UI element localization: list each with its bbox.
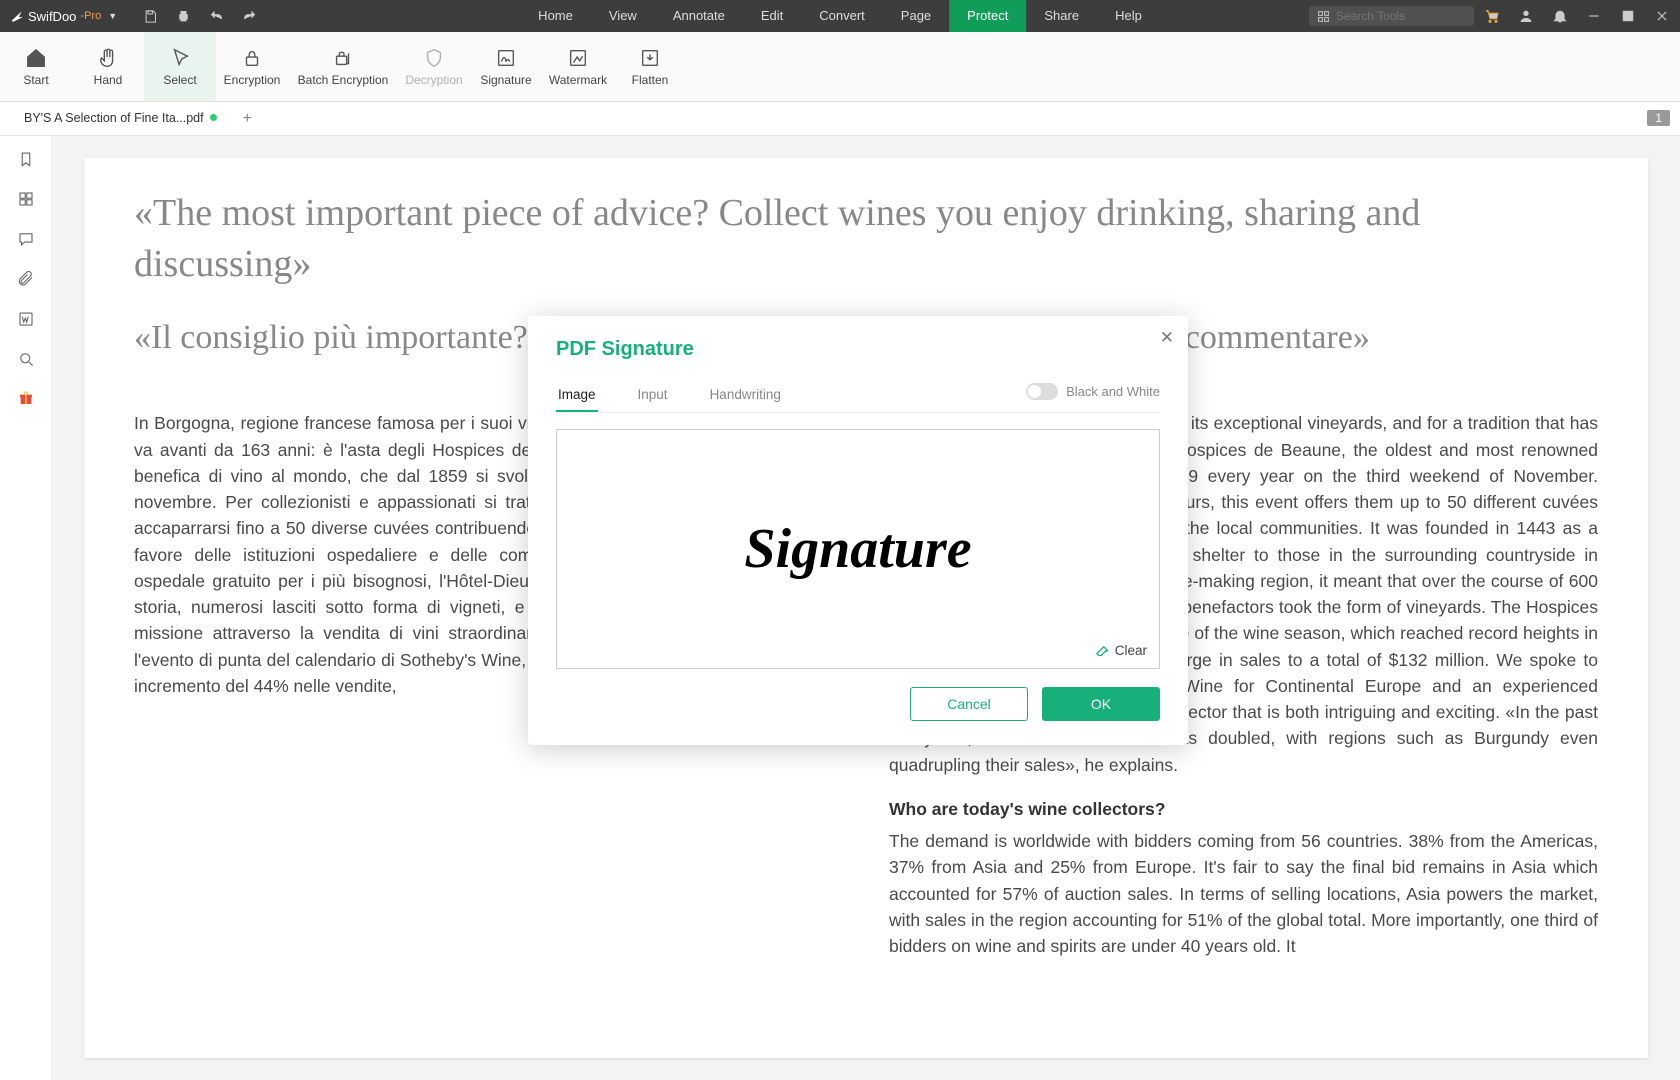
dialog-buttons: Cancel OK [556, 687, 1160, 721]
undo-icon[interactable] [209, 9, 224, 24]
home-icon [25, 47, 47, 69]
ribbon-signature[interactable]: Signature [470, 32, 542, 101]
cancel-button[interactable]: Cancel [910, 687, 1028, 721]
ribbon-flatten[interactable]: Flatten [614, 32, 686, 101]
document-tabs: BY'S A Selection of Fine Ita...pdf + [0, 102, 1680, 136]
clear-button[interactable]: Clear [1095, 643, 1147, 658]
ribbon-select[interactable]: Select [144, 32, 216, 101]
menu-protect[interactable]: Protect [949, 0, 1026, 32]
main-menu: Home View Annotate Edit Convert Page Pro… [520, 0, 1160, 32]
signature-mode-tabs: Image Input Handwriting Black and White [556, 379, 1160, 413]
tab-image[interactable]: Image [556, 379, 598, 412]
ribbon-hand[interactable]: Hand [72, 32, 144, 101]
signature-preview-text: Signature [744, 517, 971, 581]
ribbon-decryption: Decryption [398, 32, 470, 101]
signature-canvas[interactable]: Signature Clear [556, 429, 1160, 669]
ribbon-encryption[interactable]: Encryption [216, 32, 288, 101]
search-icon[interactable] [17, 350, 35, 368]
caret-down-icon[interactable]: ▼ [108, 11, 117, 21]
app-logo[interactable]: SwifDoo -Pro ▼ [0, 9, 127, 24]
lock-icon [241, 47, 263, 69]
ribbon-watermark[interactable]: Watermark [542, 32, 614, 101]
page-number-badge[interactable]: 1 [1647, 110, 1670, 126]
dialog-title: PDF Signature [556, 338, 1160, 361]
word-export-icon[interactable] [17, 310, 35, 328]
hand-icon [97, 47, 119, 69]
gift-icon[interactable] [18, 390, 34, 406]
col-right-heading: Who are today's wine collectors? [889, 796, 1598, 822]
tab-input[interactable]: Input [636, 379, 670, 412]
comment-icon[interactable] [17, 230, 35, 248]
thumbnails-icon[interactable] [17, 190, 35, 208]
pdf-signature-dialog: ✕ PDF Signature Image Input Handwriting … [528, 316, 1188, 745]
cart-icon[interactable] [1484, 8, 1500, 24]
signature-icon [495, 47, 517, 69]
bookmark-icon[interactable] [17, 150, 35, 168]
grid-icon [1317, 10, 1330, 23]
menu-page[interactable]: Page [883, 0, 949, 32]
close-icon[interactable] [1654, 8, 1670, 24]
app-top-bar: SwifDoo -Pro ▼ Home View Annotate Edit C… [0, 0, 1680, 32]
menu-edit[interactable]: Edit [743, 0, 801, 32]
menu-convert[interactable]: Convert [801, 0, 883, 32]
print-icon[interactable] [176, 9, 191, 24]
ribbon-batch-encryption[interactable]: Batch Encryption [288, 32, 398, 101]
toggle-switch-icon[interactable] [1026, 383, 1058, 400]
swifdoo-icon [10, 9, 24, 23]
window-controls-area [1484, 8, 1670, 24]
ok-button[interactable]: OK [1042, 687, 1160, 721]
document-tab[interactable]: BY'S A Selection of Fine Ita...pdf [12, 105, 229, 133]
cursor-icon [169, 47, 191, 69]
unsaved-dot-icon [210, 114, 217, 121]
flatten-icon [639, 47, 661, 69]
menu-help[interactable]: Help [1097, 0, 1160, 32]
tab-handwriting[interactable]: Handwriting [708, 379, 783, 412]
maximize-icon[interactable] [1620, 8, 1636, 24]
menu-home[interactable]: Home [520, 0, 591, 32]
quote-english: «The most important piece of advice? Col… [134, 188, 1598, 291]
bell-icon[interactable] [1552, 8, 1568, 24]
menu-share[interactable]: Share [1026, 0, 1097, 32]
eraser-icon [1095, 643, 1110, 658]
watermark-icon [567, 47, 589, 69]
app-name: SwifDoo [28, 9, 76, 24]
search-input[interactable] [1336, 9, 1466, 23]
menu-view[interactable]: View [591, 0, 655, 32]
batch-lock-icon [332, 47, 354, 69]
attachment-icon[interactable] [17, 270, 35, 288]
dialog-close-icon[interactable]: ✕ [1160, 328, 1174, 348]
tab-title: BY'S A Selection of Fine Ita...pdf [24, 104, 204, 132]
minimize-icon[interactable] [1586, 8, 1602, 24]
ribbon-start[interactable]: Start [0, 32, 72, 101]
redo-icon[interactable] [242, 9, 257, 24]
user-icon[interactable] [1518, 8, 1534, 24]
search-tools[interactable] [1309, 6, 1474, 26]
protect-ribbon: Start Hand Select Encryption Batch Encry… [0, 32, 1680, 102]
black-white-toggle[interactable]: Black and White [1026, 383, 1160, 408]
app-pro-badge: -Pro [80, 10, 101, 22]
save-icon[interactable] [143, 9, 158, 24]
new-tab-button[interactable]: + [237, 110, 258, 128]
menu-annotate[interactable]: Annotate [655, 0, 743, 32]
col-right-p2: The demand is worldwide with bidders com… [889, 828, 1598, 959]
quick-actions [127, 9, 273, 24]
left-sidebar [0, 136, 52, 1080]
shield-icon [423, 47, 445, 69]
